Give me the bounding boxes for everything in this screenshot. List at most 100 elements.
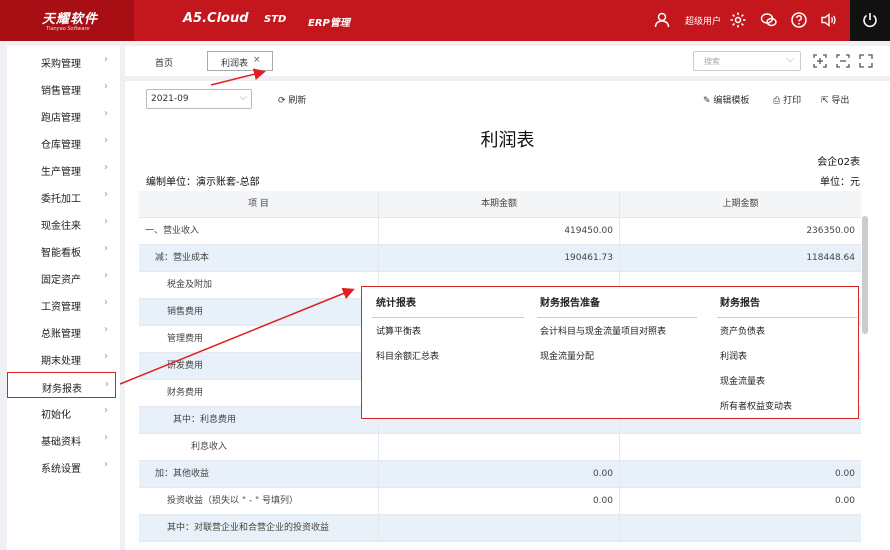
sidebar-item[interactable]: 仓库管理 › — [7, 129, 120, 155]
sidebar-item[interactable]: 初始化 › — [7, 399, 120, 425]
chevron-right-icon: › — [104, 405, 108, 416]
row-previous-amount: 0.00 — [834, 469, 855, 479]
column-header-previous: 上期金额 — [722, 199, 759, 209]
top-bar: 天耀软件 Tianyao Software A5.Cloud STD ERP管理… — [0, 0, 890, 41]
sidebar-item[interactable]: 总账管理 › — [7, 318, 120, 344]
sidebar-item[interactable]: 系统设置 › — [7, 453, 120, 479]
sidebar-item[interactable]: 委托加工 › — [7, 183, 120, 209]
sidebar-item-label: 期末处理 — [41, 356, 81, 367]
submenu-item-cashflow-statement[interactable]: 现金流量表 — [720, 374, 765, 387]
row-item: 加：其他收益 — [139, 461, 379, 488]
tab-label: 利润表 — [221, 59, 249, 69]
table-row: 减：营业成本 190461.73 118448.64 — [139, 245, 861, 272]
nav-erp[interactable]: ERP管理 — [308, 14, 350, 29]
period-value: 2021-09 — [151, 94, 189, 104]
sidebar-item-label: 跑店管理 — [41, 113, 81, 124]
sidebar-item[interactable]: 工资管理 › — [7, 291, 120, 317]
sidebar-item[interactable]: 固定资产 › — [7, 264, 120, 290]
refresh-icon: ⟳ — [278, 96, 286, 106]
chevron-down-icon: ⌵ — [786, 54, 794, 65]
report-code: 会企02表 — [817, 157, 860, 168]
power-button[interactable] — [850, 0, 890, 41]
row-item: 税金及附加 — [139, 272, 379, 299]
period-select[interactable]: 2021-09 ⌵ — [146, 89, 252, 109]
sidebar-item[interactable]: 现金往来 › — [7, 210, 120, 236]
sidebar-item[interactable]: 生产管理 › — [7, 156, 120, 182]
tab-profit-statement[interactable]: 利润表 × — [207, 51, 273, 71]
table-header-row: 项 目 本期金额 上期金额 — [139, 191, 861, 218]
chevron-right-icon: › — [104, 432, 108, 443]
sidebar-item-label: 智能看板 — [41, 248, 81, 259]
fullscreen-icon[interactable] — [858, 53, 874, 69]
sidebar-item[interactable]: 期末处理 › — [7, 345, 120, 371]
report-company: 编制单位：演示账套-总部 — [146, 177, 260, 188]
search-input[interactable]: 搜索 ⌵ — [693, 51, 801, 71]
sidebar-item-label: 固定资产 — [41, 275, 81, 286]
settings-icon[interactable] — [729, 11, 747, 29]
row-item: 利息收入 — [139, 434, 379, 461]
nav-std[interactable]: STD — [264, 14, 286, 25]
sidebar-item-label: 仓库管理 — [41, 140, 81, 151]
export-label: 导出 — [831, 96, 850, 106]
chevron-right-icon: › — [104, 459, 108, 470]
row-item: 研发费用 — [139, 353, 379, 380]
submenu-item-balance-summary[interactable]: 科目余额汇总表 — [376, 349, 439, 362]
row-current-amount — [379, 434, 620, 461]
sidebar-item-label: 工资管理 — [41, 302, 81, 313]
sidebar-item[interactable]: 销售管理 › — [7, 75, 120, 101]
report-unit: 单位：元 — [820, 177, 860, 188]
sidebar-item[interactable]: 财务报表 › — [7, 372, 116, 398]
sidebar-item[interactable]: 基础资料 › — [7, 426, 120, 452]
tab-bar: 首页 利润表 × 搜索 ⌵ — [125, 46, 890, 76]
export-button[interactable]: ⇱ 导出 — [821, 93, 849, 106]
row-previous-amount: 118448.64 — [806, 253, 855, 263]
sidebar-item[interactable]: 跑店管理 › — [7, 102, 120, 128]
print-button[interactable]: ⎙ 打印 — [773, 93, 801, 106]
submenu-heading-preparation: 财务报告准备 — [540, 298, 600, 309]
table-row: 其中：对联营企业和合营企业的投资收益 — [139, 515, 861, 542]
chevron-right-icon: › — [105, 379, 109, 390]
submenu-item-cashflow-allocation[interactable]: 现金流量分配 — [540, 349, 594, 362]
speaker-icon[interactable] — [819, 11, 837, 29]
divider — [717, 317, 857, 318]
sidebar: 采购管理 › 销售管理 › 跑店管理 › 仓库管理 › 生产管理 › 委托加工 › 现金往来 › 智能看板 ›… — [7, 46, 120, 550]
report-title: 利润表 — [480, 130, 535, 151]
nav-a5-cloud[interactable]: A5.Cloud — [183, 11, 249, 26]
submenu-heading-reports: 财务报告 — [720, 298, 760, 309]
submenu-item-trial-balance[interactable]: 试算平衡表 — [376, 324, 421, 337]
scrollbar[interactable] — [862, 216, 868, 334]
logo[interactable]: 天耀软件 Tianyao Software — [0, 0, 134, 41]
chat-icon[interactable] — [760, 11, 778, 29]
submenu-item-cashflow-mapping[interactable]: 会计科目与现金流量项目对照表 — [540, 324, 666, 337]
power-icon — [863, 13, 877, 28]
sidebar-item[interactable]: 智能看板 › — [7, 237, 120, 263]
user-name[interactable]: 超级用户 — [685, 14, 721, 27]
submenu-item-equity-statement[interactable]: 所有者权益变动表 — [720, 399, 792, 412]
print-label: 打印 — [783, 96, 802, 106]
row-previous-amount — [620, 434, 861, 461]
submenu-item-income-statement[interactable]: 利润表 — [720, 349, 747, 362]
edit-template-button[interactable]: ✎ 编辑模板 — [703, 93, 749, 106]
table-row: 一、营业收入 419450.00 236350.00 — [139, 218, 861, 245]
tab-home[interactable]: 首页 — [155, 56, 173, 69]
sidebar-item-label: 基础资料 — [41, 437, 81, 448]
chevron-right-icon: › — [104, 216, 108, 227]
row-item: 一、营业收入 — [139, 218, 379, 245]
close-icon[interactable]: × — [253, 55, 261, 65]
row-item: 销售费用 — [139, 299, 379, 326]
help-icon[interactable] — [790, 11, 808, 29]
row-item: 其中：对联营企业和合营企业的投资收益 — [139, 515, 379, 542]
chevron-right-icon: › — [104, 135, 108, 146]
refresh-button[interactable]: ⟳ 刷新 — [278, 93, 306, 106]
search-placeholder: 搜索 — [704, 57, 720, 66]
collapse-icon[interactable] — [835, 53, 851, 69]
add-tab-icon[interactable] — [812, 53, 828, 69]
table-row: 投资收益（损失以 " - " 号填列） 0.00 0.00 — [139, 488, 861, 515]
chevron-right-icon: › — [104, 351, 108, 362]
logo-subtext: Tianyao Software — [46, 26, 90, 32]
row-current-amount: 0.00 — [379, 488, 620, 515]
user-icon[interactable] — [653, 11, 671, 29]
submenu-item-balance-sheet[interactable]: 资产负债表 — [720, 324, 765, 337]
divider — [537, 317, 697, 318]
sidebar-item[interactable]: 采购管理 › — [7, 48, 120, 74]
